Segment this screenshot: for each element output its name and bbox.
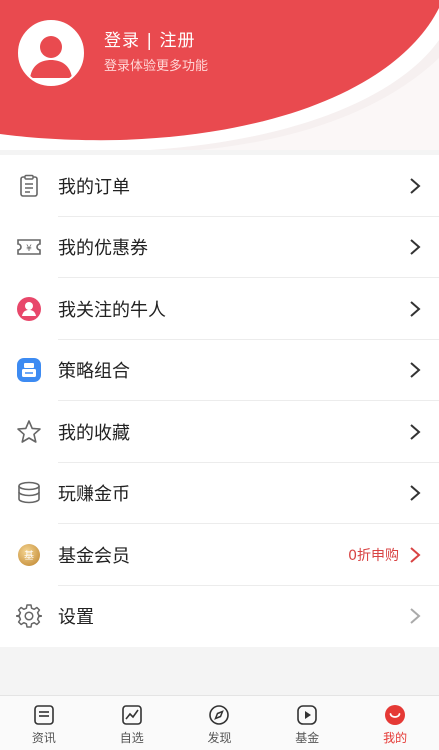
tab-label: 我的 [383,731,408,745]
chevron-right-icon [410,608,421,625]
menu-item-label: 策略组合 [58,361,130,383]
menu-item-favorites[interactable]: 我的收藏 [0,401,439,463]
profile-header: 登录 | 注册 登录体验更多功能 [0,0,439,150]
compass-icon [209,705,230,725]
followed-expert-icon [16,296,42,322]
chevron-right-icon [410,362,421,379]
star-icon [16,419,42,445]
play-icon [297,705,318,725]
tab-label: 资讯 [31,731,56,745]
svg-text:基: 基 [24,549,34,562]
login-register-link[interactable]: 登录 | 注册 [104,26,196,51]
default-user-icon [20,22,82,84]
menu-item-coupons[interactable]: ¥ 我的优惠券 [0,217,439,278]
menu-item-label: 设置 [58,607,94,629]
promo-tag: 0折申购 [348,547,399,564]
tab-label: 发现 [207,731,232,745]
menu-item-settings[interactable]: 设置 [0,586,439,648]
chevron-right-icon [410,177,421,194]
tab-discover[interactable]: 发现 [176,696,264,750]
chevron-right-icon [410,485,421,502]
bottom-tab-bar: 资讯 自选 发现 基金 我的 [0,695,439,750]
tab-label: 基金 [295,731,320,745]
menu-item-followed-experts[interactable]: 我关注的牛人 [0,278,439,340]
menu-item-label: 我的收藏 [58,422,130,444]
tab-label: 自选 [119,731,144,745]
chevron-right-icon [410,546,421,563]
menu-item-orders[interactable]: 我的订单 [0,155,439,217]
chevron-right-icon [410,239,421,256]
tab-watchlist[interactable]: 自选 [88,696,176,750]
menu-item-label: 玩赚金币 [58,484,130,506]
order-list-icon [16,173,42,199]
svg-text:¥: ¥ [26,244,32,254]
menu-item-label: 我的优惠券 [58,238,148,260]
profile-menu: 我的订单 ¥ 我的优惠券 我关注的牛人 策略组合 我的收藏 玩赚金币 基 基金会… [0,155,439,647]
coupon-icon: ¥ [16,234,42,260]
chevron-right-icon [410,423,421,440]
menu-item-label: 我关注的牛人 [58,299,166,321]
news-icon [34,705,54,725]
login-hint-text: 登录体验更多功能 [104,59,209,74]
watchlist-chart-icon [121,705,142,725]
menu-item-strategy[interactable]: 策略组合 [0,340,439,401]
avatar[interactable] [18,20,84,86]
strategy-portfolio-icon [16,357,42,383]
tab-news[interactable]: 资讯 [0,696,88,750]
chevron-right-icon [410,300,421,317]
menu-item-fund-member[interactable]: 基 基金会员 0折申购 [0,524,439,586]
menu-item-coins[interactable]: 玩赚金币 [0,463,439,524]
menu-item-label: 基金会员 [58,545,130,567]
menu-item-label: 我的订单 [58,176,130,198]
gear-icon [16,603,42,629]
fund-member-icon: 基 [16,542,42,568]
profile-icon [385,705,406,725]
coin-stack-icon [16,480,42,506]
tab-fund[interactable]: 基金 [263,696,351,750]
tab-mine[interactable]: 我的 [351,696,439,750]
